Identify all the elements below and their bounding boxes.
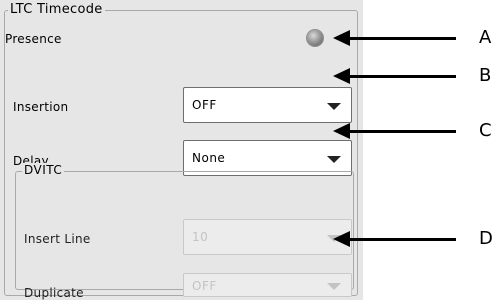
callout-arrow-a-line — [349, 37, 456, 40]
callout-arrow-d-line — [349, 238, 456, 241]
presence-label: Presence — [5, 32, 62, 46]
chevron-down-icon — [327, 283, 341, 290]
chevron-down-icon — [327, 103, 341, 110]
ltc-timecode-panel: LTC Timecode Presence Insertion OFF Dela… — [0, 0, 363, 300]
chevron-down-icon — [327, 156, 341, 163]
duplicate-dropdown[interactable]: OFF — [183, 273, 352, 297]
callout-label-d: D — [479, 228, 493, 249]
callout-label-a: A — [479, 27, 492, 48]
insert-line-label: Insert Line — [24, 232, 91, 246]
callout-arrow-b-line — [349, 75, 456, 78]
insert-line-dropdown[interactable]: 10 — [183, 219, 352, 255]
duplicate-label: Duplicate — [24, 286, 84, 300]
insertion-label: Insertion — [13, 100, 69, 114]
insertion-value: OFF — [192, 98, 217, 112]
dvitc-title: DVITC — [22, 163, 65, 177]
delay-value: None — [192, 151, 226, 165]
duplicate-value: OFF — [192, 279, 217, 293]
callout-arrow-a-head — [333, 30, 350, 46]
callout-label-b: B — [479, 65, 492, 86]
insertion-dropdown[interactable]: OFF — [183, 87, 352, 123]
presence-indicator-led — [307, 30, 323, 46]
callout-arrow-b-head — [333, 68, 350, 84]
callout-arrow-c-head — [333, 123, 350, 139]
callout-arrow-d-head — [333, 231, 350, 247]
callout-arrow-c-line — [349, 130, 456, 133]
callout-label-c: C — [479, 120, 492, 141]
group-title: LTC Timecode — [8, 2, 105, 18]
insert-line-value: 10 — [192, 230, 209, 244]
